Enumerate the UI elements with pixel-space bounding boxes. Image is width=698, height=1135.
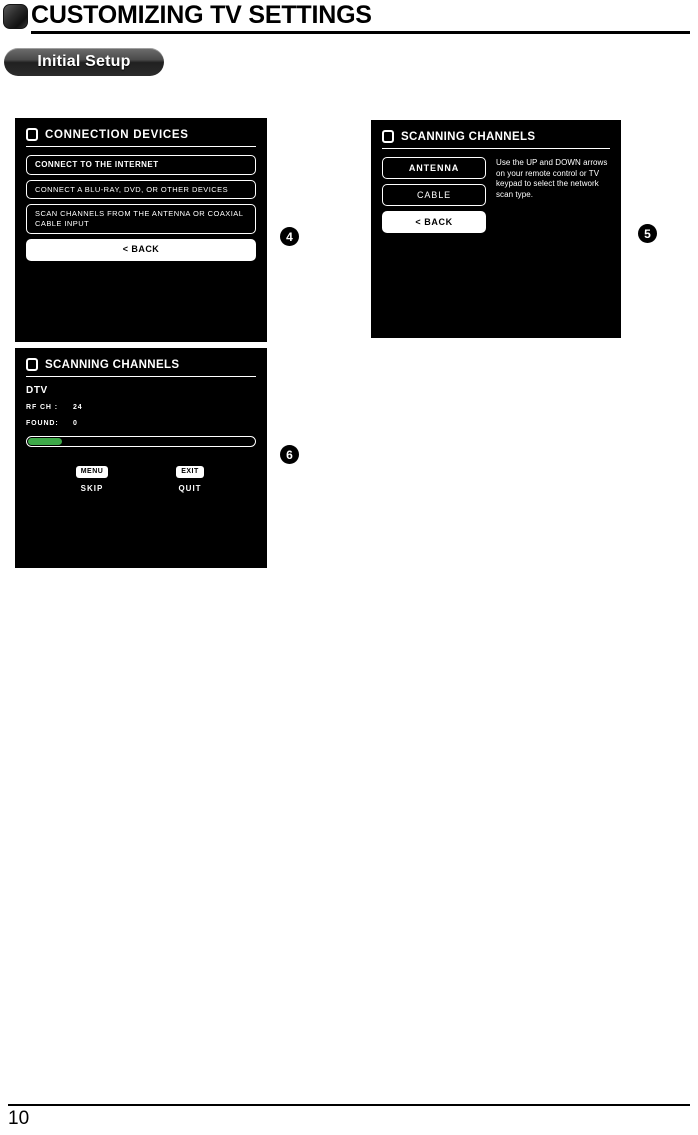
step-badge-5: 5: [638, 224, 657, 243]
status-value: 24: [73, 404, 83, 411]
scan-type-help-text: Use the UP and DOWN arrows on your remot…: [496, 158, 608, 199]
status-row-found: FOUND: 0: [26, 420, 256, 427]
footer-divider: [8, 1104, 690, 1106]
panel-divider: [26, 376, 256, 377]
panel-title: CONNECTION DEVICES: [45, 128, 189, 141]
page-title: CUSTOMIZING TV SETTINGS: [31, 1, 372, 29]
header-divider: [31, 31, 690, 34]
option-cable[interactable]: CABLE: [382, 184, 486, 206]
section-pill-label: Initial Setup: [37, 53, 131, 70]
step-badge-4: 4: [280, 227, 299, 246]
panel-divider: [382, 148, 610, 149]
menu-item-scan-channels[interactable]: SCAN CHANNELS FROM THE ANTENNA OR COAXIA…: [26, 204, 256, 234]
exit-key-cap[interactable]: EXIT: [176, 466, 204, 478]
tv-screen-connection-devices: CONNECTION DEVICES CONNECT TO THE INTERN…: [15, 118, 267, 342]
page-header: CUSTOMIZING TV SETTINGS: [0, 0, 698, 36]
menu-key-cap[interactable]: MENU: [75, 466, 109, 478]
tv-screen-scan-type: SCANNING CHANNELS ANTENNA CABLE < BACK U…: [371, 120, 621, 338]
page-number: 10: [8, 1108, 30, 1129]
scan-mode-label: DTV: [26, 385, 48, 396]
status-value: 0: [73, 420, 78, 427]
menu-item-back[interactable]: < BACK: [26, 239, 256, 261]
menu-item-connect-internet[interactable]: CONNECT TO THE INTERNET: [26, 155, 256, 175]
status-key: FOUND:: [26, 420, 59, 427]
key-hint-skip: MENU SKIP: [62, 460, 122, 493]
step-badge-6: 6: [280, 445, 299, 464]
scan-progress-fill: [28, 438, 63, 445]
status-row-rf-ch: RF CH : 24: [26, 404, 256, 411]
screen-box-icon: [26, 358, 38, 371]
tv-screen-scan-progress: SCANNING CHANNELS DTV RF CH : 24 FOUND: …: [15, 348, 267, 568]
panel-divider: [26, 146, 256, 147]
scan-type-options: ANTENNA CABLE < BACK: [382, 157, 486, 238]
key-action-label: SKIP: [80, 484, 104, 493]
option-antenna[interactable]: ANTENNA: [382, 157, 486, 179]
key-action-label: QUIT: [178, 484, 202, 493]
panel-header: CONNECTION DEVICES: [26, 128, 256, 141]
rounded-square-icon: [3, 4, 28, 29]
panel-header: SCANNING CHANNELS: [382, 130, 610, 143]
screen-box-icon: [26, 128, 38, 141]
panel-header: SCANNING CHANNELS: [26, 358, 256, 371]
panel-title: SCANNING CHANNELS: [45, 358, 180, 371]
screen-box-icon: [382, 130, 394, 143]
scan-progress-bar: [26, 436, 256, 447]
option-back[interactable]: < BACK: [382, 211, 486, 233]
section-pill-initial-setup: Initial Setup: [4, 48, 164, 76]
panel-title: SCANNING CHANNELS: [401, 130, 536, 143]
status-key: RF CH :: [26, 404, 58, 411]
key-hints: MENU SKIP EXIT QUIT: [26, 460, 256, 493]
key-hint-quit: EXIT QUIT: [160, 460, 220, 493]
menu-item-connect-device[interactable]: CONNECT A BLU-RAY, DVD, OR OTHER DEVICES: [26, 179, 256, 199]
